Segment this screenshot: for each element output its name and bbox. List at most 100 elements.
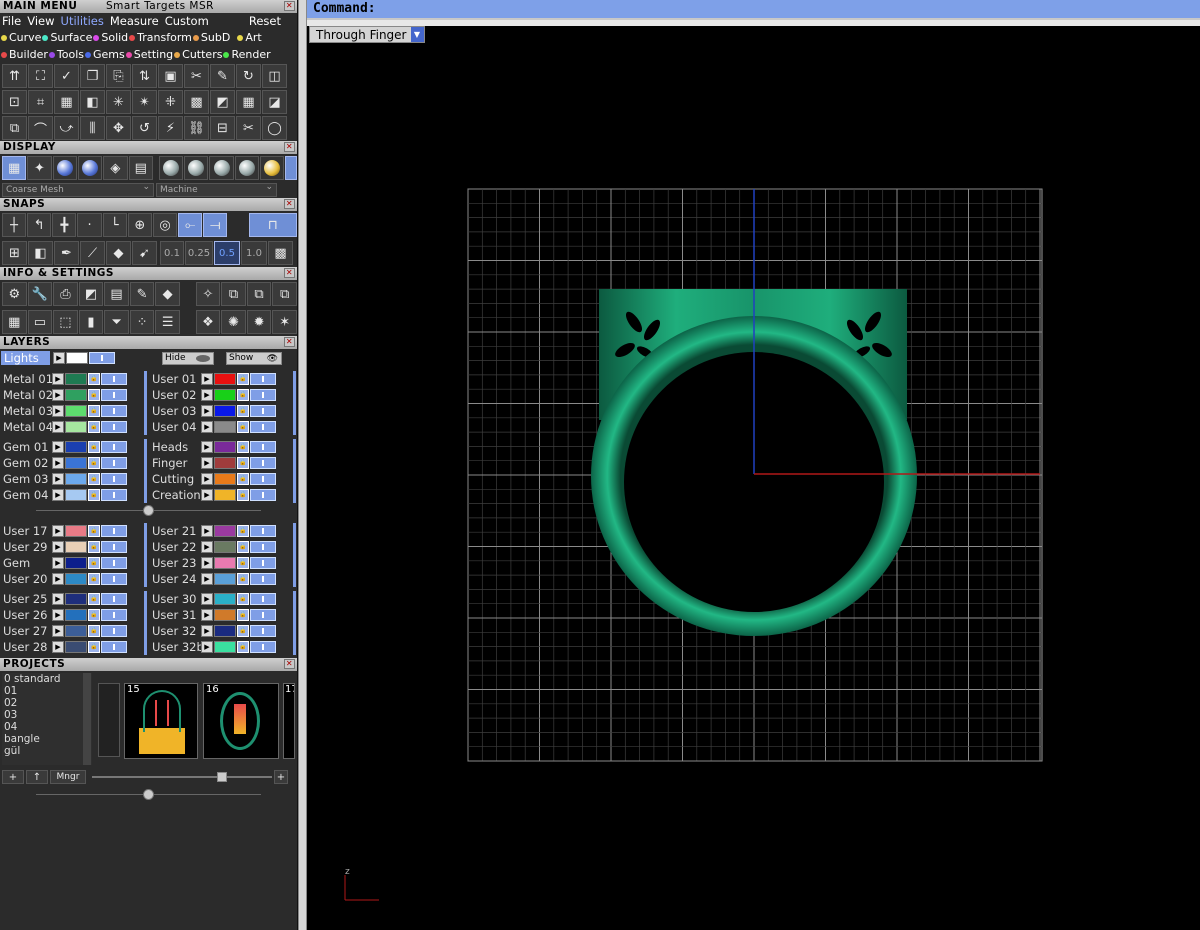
lock-icon[interactable]: 🔒	[237, 525, 249, 537]
tab-surface[interactable]: Surface	[42, 31, 92, 44]
layer-expand-arrow[interactable]: ▶	[201, 389, 213, 401]
layer-expand-arrow[interactable]: ▶	[52, 457, 64, 469]
lights-label[interactable]: Lights	[1, 351, 50, 365]
tab-gems[interactable]: Gems	[85, 48, 125, 61]
gem-b-icon[interactable]: ✺	[221, 310, 246, 334]
panel-separator[interactable]	[0, 787, 297, 803]
layer-expand-arrow[interactable]: ▶	[201, 441, 213, 453]
layer-color-swatch[interactable]	[214, 389, 236, 401]
layer-row[interactable]: Heads ▶ 🔒	[149, 439, 293, 455]
layer-expand-arrow[interactable]: ▶	[52, 557, 64, 569]
snap-step-0-5[interactable]: 0.5	[214, 241, 240, 265]
mesh-quality-select[interactable]: Coarse Mesh	[2, 181, 154, 197]
layer-visibility-toggle[interactable]	[250, 421, 276, 433]
layer-visibility-toggle[interactable]	[250, 609, 276, 621]
project-item[interactable]: gül	[4, 745, 92, 757]
map-icon[interactable]: ▤	[128, 156, 153, 180]
points-icon[interactable]: ✦	[27, 156, 52, 180]
globe-icon[interactable]	[234, 156, 259, 180]
layer-row[interactable]: User 28 ▶ 🔒	[0, 639, 144, 655]
layer-row[interactable]: User 23 ▶ 🔒	[149, 555, 293, 571]
layer-color-swatch[interactable]	[65, 457, 87, 469]
close-icon[interactable]: ✕	[284, 1, 295, 11]
snap-grid-lock-icon[interactable]: ▩	[268, 241, 293, 265]
layer-expand-arrow[interactable]: ▶	[52, 641, 64, 653]
layer-expand-arrow[interactable]: ▶	[52, 573, 64, 585]
grid-icon[interactable]: ▦	[54, 90, 79, 114]
layer-row[interactable]: Gem ▶ 🔒	[0, 555, 144, 571]
tab-solid[interactable]: Solid	[93, 31, 128, 44]
layer-row[interactable]: Cutting ▶ 🔒	[149, 471, 293, 487]
mngr-button[interactable]: Mngr	[50, 770, 86, 784]
lock-icon[interactable]: 🔒	[88, 441, 100, 453]
ring-icon[interactable]: ✧	[195, 282, 221, 306]
close-icon[interactable]: ✕	[284, 199, 295, 209]
panel-divider[interactable]	[298, 0, 307, 930]
layer-color-swatch[interactable]	[214, 641, 236, 653]
layer-color-swatch[interactable]	[65, 373, 87, 385]
layer-expand-arrow[interactable]: ▶	[52, 525, 64, 537]
layer-visibility-toggle[interactable]	[250, 541, 276, 553]
project-thumb-17[interactable]: 17	[283, 683, 295, 759]
layer-visibility-toggle[interactable]	[101, 573, 127, 585]
flex-icon[interactable]: ✴	[132, 90, 157, 114]
hide-button[interactable]: Hide	[162, 351, 214, 365]
layer-expand-arrow[interactable]: ▶	[201, 541, 213, 553]
lock-icon[interactable]: 🔒	[88, 525, 100, 537]
layer-row[interactable]: Metal 02 ▶ 🔒	[0, 387, 144, 403]
layer-visibility-toggle[interactable]	[250, 557, 276, 569]
layer-visibility-toggle[interactable]	[250, 389, 276, 401]
snap-corner-icon[interactable]: └	[102, 213, 127, 237]
layer-row[interactable]: User 20 ▶ 🔒	[0, 571, 144, 587]
layer-color-swatch[interactable]	[65, 625, 87, 637]
lock-icon[interactable]: 🔒	[237, 641, 249, 653]
layer-visibility-toggle[interactable]	[250, 593, 276, 605]
image-icon[interactable]: ▣	[158, 64, 183, 88]
scatter-icon[interactable]: ⁘	[129, 310, 155, 334]
layer-expand-arrow[interactable]: ▶	[201, 573, 213, 585]
layer-visibility-toggle[interactable]	[250, 573, 276, 585]
project-thumb-15[interactable]: 15	[124, 683, 198, 759]
layer-expand-arrow[interactable]: ▶	[201, 489, 213, 501]
snap-step-0-25[interactable]: 0.25	[185, 241, 213, 265]
layer-color-swatch[interactable]	[65, 641, 87, 653]
fan-icon[interactable]: ⚡	[158, 116, 183, 140]
snap-step-1-0[interactable]: 1.0	[241, 241, 267, 265]
layers-icon[interactable]: ◪	[262, 90, 287, 114]
lock-icon[interactable]: 🔒	[237, 557, 249, 569]
layer-color-swatch[interactable]	[214, 541, 236, 553]
brush-icon[interactable]: ✎	[210, 64, 235, 88]
lock-icon[interactable]: 🔒	[88, 421, 100, 433]
snap-end-icon[interactable]: ⟞	[203, 213, 228, 237]
gem-a-icon[interactable]: ❖	[195, 310, 221, 334]
project-list[interactable]: 0 standard 01 02 03 04 bangle gül	[2, 673, 92, 765]
lock-icon[interactable]: 🔒	[88, 641, 100, 653]
project-scrollbar[interactable]	[83, 673, 91, 765]
layer-color-swatch[interactable]	[214, 489, 236, 501]
display-slider[interactable]	[285, 156, 298, 180]
layer-visibility-toggle[interactable]	[250, 373, 276, 385]
layer-color-swatch[interactable]	[65, 473, 87, 485]
lock-icon[interactable]: 🔒	[237, 441, 249, 453]
lights-toggle[interactable]	[89, 352, 115, 364]
menu-view[interactable]: View	[27, 13, 54, 29]
layer-expand-arrow[interactable]: ▶	[201, 457, 213, 469]
layer-row[interactable]: User 22 ▶ 🔒	[149, 539, 293, 555]
layer-row[interactable]: User 17 ▶ 🔒	[0, 523, 144, 539]
layer-expand-arrow[interactable]: ▶	[201, 473, 213, 485]
viewport-canvas[interactable]: z	[307, 0, 1200, 930]
project-item[interactable]: 02	[4, 697, 92, 709]
arc-icon[interactable]: ⌒	[28, 116, 53, 140]
snap-point-icon[interactable]: ·	[77, 213, 102, 237]
layer-expand-arrow[interactable]: ▶	[52, 489, 64, 501]
layer-row[interactable]: User 03 ▶ 🔒	[149, 403, 293, 419]
mirror-icon[interactable]: ◧	[80, 90, 105, 114]
layer-visibility-toggle[interactable]	[101, 541, 127, 553]
close-icon[interactable]: ✕	[284, 337, 295, 347]
layer-visibility-toggle[interactable]	[250, 457, 276, 469]
tiles-icon[interactable]: ▦	[2, 310, 27, 334]
lock-icon[interactable]: 🔒	[88, 625, 100, 637]
layer-row[interactable]: User 31 ▶ 🔒	[149, 607, 293, 623]
snap-cube-icon[interactable]: ◧	[28, 241, 53, 265]
layer-visibility-toggle[interactable]	[250, 441, 276, 453]
